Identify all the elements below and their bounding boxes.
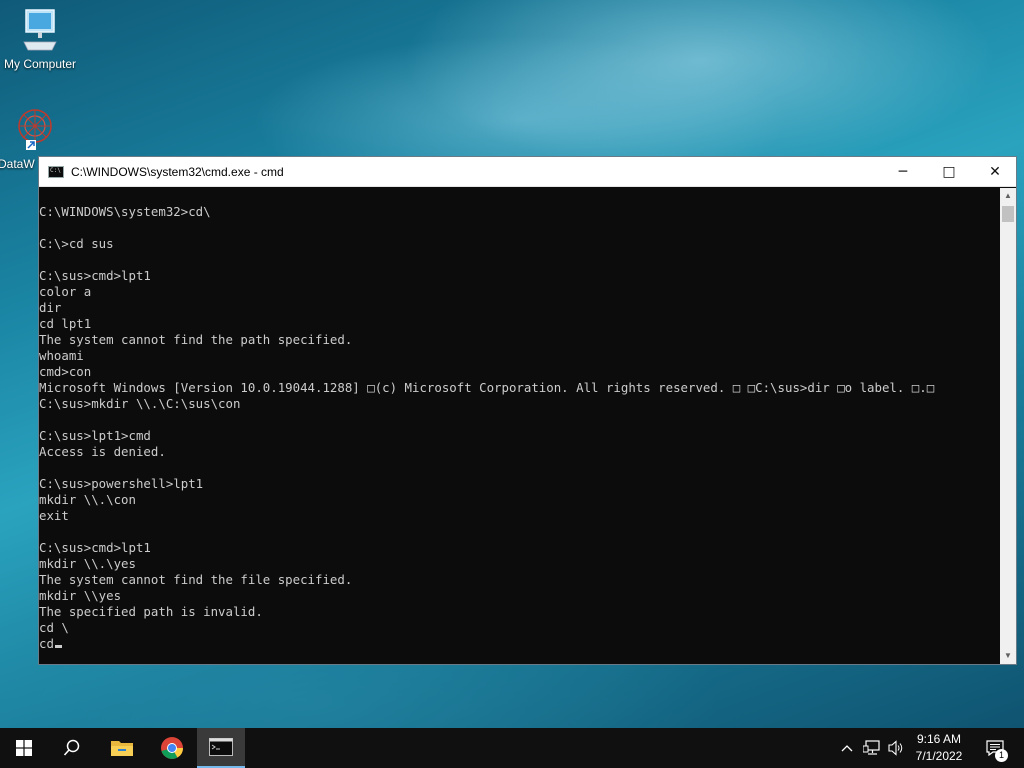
clock[interactable]: 9:16 AM 7/1/2022 bbox=[908, 731, 970, 765]
console-line: C:\>cd sus bbox=[39, 236, 114, 251]
cmd-window[interactable]: C:\WINDOWS\system32\cmd.exe - cmd ─ □ ✕ … bbox=[38, 156, 1017, 665]
search-button[interactable] bbox=[48, 728, 96, 768]
desktop-icon-label: DataW bbox=[0, 157, 35, 171]
console-line: Access is denied. bbox=[39, 444, 166, 459]
console-line: The system cannot find the path specifie… bbox=[39, 332, 353, 347]
console-line: C:\sus>cmd>lpt1 bbox=[39, 540, 151, 555]
console-line: The system cannot find the file specifie… bbox=[39, 572, 353, 587]
clock-date: 7/1/2022 bbox=[915, 749, 963, 763]
text-cursor bbox=[54, 645, 62, 648]
console-line: C:\WINDOWS\system32>cd\ bbox=[39, 204, 211, 219]
console-output[interactable]: C:\WINDOWS\system32>cd\ C:\>cd sus C:\sus>… bbox=[39, 188, 999, 664]
clock-time: 9:16 AM bbox=[916, 732, 962, 746]
minimize-icon: ─ bbox=[898, 164, 908, 180]
console-line: color a bbox=[39, 284, 92, 299]
cmd-icon bbox=[48, 166, 64, 178]
console-line: cd bbox=[39, 636, 999, 652]
minimize-button[interactable]: ─ bbox=[880, 157, 926, 187]
terminal-icon bbox=[209, 738, 233, 756]
console-line: The specified path is invalid. bbox=[39, 604, 263, 619]
notification-count-badge: 1 bbox=[995, 749, 1008, 762]
console-line: C:\sus>powershell>lpt1 bbox=[39, 476, 204, 491]
scroll-down-arrow-icon[interactable]: ▼ bbox=[1000, 648, 1016, 664]
chevron-up-icon bbox=[841, 745, 853, 752]
console-line: dir bbox=[39, 300, 62, 315]
scroll-thumb[interactable] bbox=[1002, 206, 1014, 222]
scroll-up-arrow-icon[interactable]: ▲ bbox=[1000, 188, 1016, 204]
console-line: C:\sus>cmd>lpt1 bbox=[39, 268, 151, 283]
start-button[interactable] bbox=[0, 728, 48, 768]
console-line: mkdir \\.\yes bbox=[39, 556, 136, 571]
close-icon: ✕ bbox=[989, 164, 1001, 180]
maximize-icon: □ bbox=[942, 164, 956, 180]
console-line: cmd>con bbox=[39, 364, 92, 379]
console-line: C:\sus>mkdir \\.\C:\sus\con bbox=[39, 396, 241, 411]
action-center-button[interactable]: 1 bbox=[980, 728, 1010, 768]
desktop-icon-my-computer[interactable]: My Computer bbox=[0, 8, 80, 71]
computer-icon bbox=[0, 8, 80, 55]
taskbar: 9:16 AM 7/1/2022 1 bbox=[0, 728, 1024, 768]
console-line: C:\sus>lpt1>cmd bbox=[39, 428, 151, 443]
show-hidden-icons-button[interactable] bbox=[836, 728, 858, 768]
datawrapper-icon bbox=[12, 106, 58, 155]
title-bar[interactable]: C:\WINDOWS\system32\cmd.exe - cmd ─ □ ✕ bbox=[39, 157, 1016, 187]
chrome-icon bbox=[161, 737, 183, 759]
maximize-button[interactable]: □ bbox=[926, 157, 972, 187]
chrome-button[interactable] bbox=[148, 728, 196, 768]
console-line: cd \ bbox=[39, 620, 69, 635]
close-button[interactable]: ✕ bbox=[972, 157, 1018, 187]
windows-logo-icon bbox=[16, 740, 32, 756]
speaker-icon bbox=[888, 740, 903, 756]
folder-icon bbox=[111, 741, 133, 756]
vertical-scrollbar[interactable]: ▲ ▼ bbox=[1000, 188, 1016, 664]
window-title: C:\WINDOWS\system32\cmd.exe - cmd bbox=[71, 165, 284, 179]
console-line: Microsoft Windows [Version 10.0.19044.12… bbox=[39, 380, 935, 395]
console-line: mkdir \\.\con bbox=[39, 492, 136, 507]
search-icon bbox=[63, 739, 80, 756]
console-line: cd lpt1 bbox=[39, 316, 92, 331]
console-line: mkdir \\yes bbox=[39, 588, 122, 603]
network-icon bbox=[863, 740, 880, 755]
file-explorer-button[interactable] bbox=[98, 728, 146, 768]
volume-button[interactable] bbox=[884, 728, 908, 768]
network-button[interactable] bbox=[860, 728, 884, 768]
desktop-icon-label: My Computer bbox=[3, 57, 77, 71]
cmd-taskbar-button[interactable] bbox=[197, 728, 245, 768]
console-line: whoami bbox=[39, 348, 84, 363]
console-line: exit bbox=[39, 508, 69, 523]
